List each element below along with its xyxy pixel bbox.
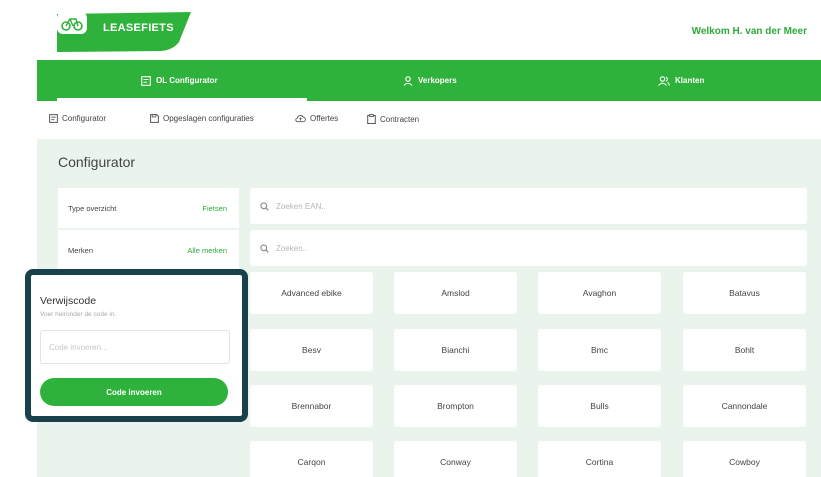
sub-nav: Configurator Opgeslagen configuraties Of… [37, 101, 821, 139]
search-input[interactable]: Zoeken.. [250, 230, 807, 266]
search-ean-placeholder: Zoeken EAN.. [276, 201, 326, 211]
save-icon [150, 114, 159, 123]
filter-type-overzicht[interactable]: Type overzicht Fietsen [58, 188, 239, 228]
search-placeholder: Zoeken.. [276, 243, 308, 253]
filter-value[interactable]: Alle merken [187, 246, 227, 255]
tab-verkopers-label: Verkopers [418, 76, 457, 85]
main-nav: OL Configurator Verkopers Klanten [37, 60, 821, 101]
brand-card[interactable]: Conway [394, 441, 517, 477]
search-ean-input[interactable]: Zoeken EAN.. [250, 188, 807, 224]
brand-card[interactable]: Advanced ebike [250, 272, 373, 314]
brand-card[interactable]: Bohlt [683, 329, 806, 371]
page-title: Configurator [58, 154, 136, 170]
referral-title: Verwijscode [40, 295, 97, 307]
clipboard-icon [367, 114, 376, 124]
brand-card[interactable]: Brennabor [250, 385, 373, 427]
brand-card[interactable]: Carqon [250, 441, 373, 477]
subnav-offertes-label: Offertes [310, 114, 339, 123]
subnav-contracten-label: Contracten [380, 114, 420, 124]
filter-value[interactable]: Fietsen [202, 204, 227, 213]
subnav-opgeslagen-configuraties[interactable]: Opgeslagen configuraties [150, 114, 254, 123]
brand-card[interactable]: Cortina [538, 441, 661, 477]
subnav-opgeslagen-label: Opgeslagen configuraties [163, 114, 254, 123]
brand-card[interactable]: Besv [250, 329, 373, 371]
brand-card[interactable]: Bmc [538, 329, 661, 371]
users-icon [658, 75, 670, 86]
brand-card[interactable]: Brompton [394, 385, 517, 427]
brand-card[interactable]: Bianchi [394, 329, 517, 371]
tab-ol-configurator-label: OL Configurator [156, 76, 218, 85]
brand-card[interactable]: Batavus [683, 272, 806, 314]
tab-klanten[interactable]: Klanten [658, 60, 704, 101]
brand-card[interactable]: Cannondale [683, 385, 806, 427]
brand-card[interactable]: Avaghon [538, 272, 661, 314]
referral-subtitle: Voer hieronder de code in. [40, 311, 117, 318]
search-icon [260, 243, 269, 253]
tab-ol-configurator[interactable]: OL Configurator [141, 60, 218, 101]
referral-code-panel: Verwijscode Voer hieronder de code in. C… [25, 269, 248, 422]
tab-verkopers[interactable]: Verkopers [403, 60, 457, 101]
filter-merken[interactable]: Merken Alle merken [58, 230, 239, 270]
brand-card[interactable]: Cowboy [683, 441, 806, 477]
search-icon [260, 201, 269, 211]
referral-code-input[interactable] [40, 330, 230, 364]
logo-text: LEASEFIETS [103, 22, 174, 34]
cloud-icon [295, 115, 306, 123]
configurator-icon [141, 75, 151, 86]
user-icon [403, 75, 413, 86]
subnav-configurator[interactable]: Configurator [49, 114, 106, 123]
top-bar: LEASEFIETS Welkom H. van der Meer [0, 0, 821, 60]
brand-card[interactable]: Bulls [538, 385, 661, 427]
tab-klanten-label: Klanten [675, 76, 705, 85]
subnav-offertes[interactable]: Offertes [295, 114, 338, 123]
welcome-text: Welkom H. van der Meer [691, 26, 807, 37]
subnav-contracten[interactable]: Contracten [367, 114, 419, 124]
brand-logo[interactable]: LEASEFIETS [57, 12, 193, 52]
filter-label: Type overzicht [68, 203, 117, 213]
filter-label: Merken [68, 245, 94, 255]
configurator-icon [49, 114, 58, 123]
submit-code-button[interactable]: Code invoeren [40, 378, 228, 406]
bike-icon [57, 12, 87, 34]
brand-card[interactable]: Amslod [394, 272, 517, 314]
subnav-configurator-label: Configurator [62, 114, 107, 123]
